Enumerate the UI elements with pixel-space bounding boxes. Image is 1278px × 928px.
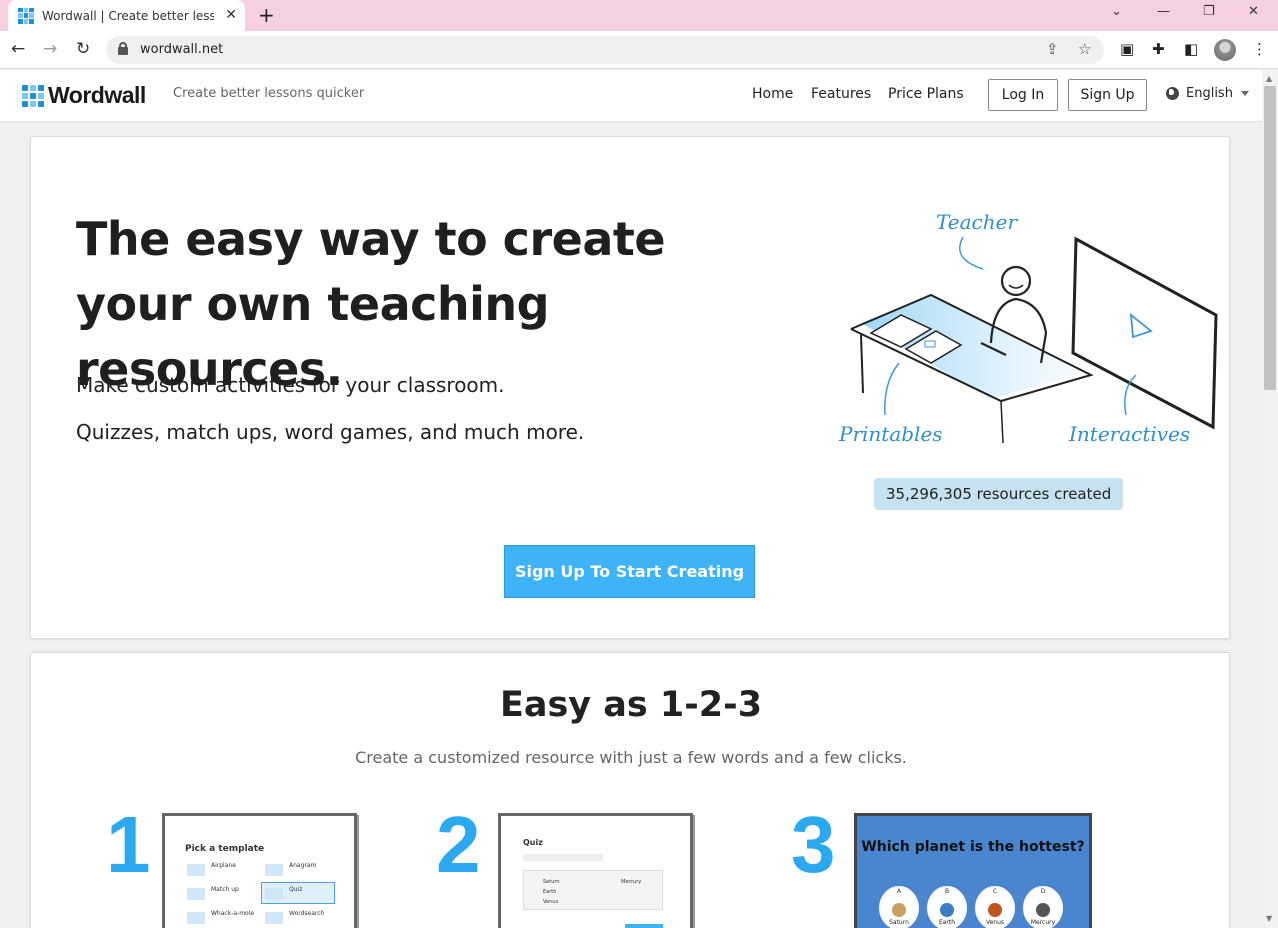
profile-avatar[interactable] xyxy=(1214,39,1236,61)
step-number-3: 3 xyxy=(791,800,836,889)
template-item: Whack-a-mole xyxy=(211,910,255,917)
wordwall-favicon-icon xyxy=(18,7,34,24)
template-thumb xyxy=(187,864,205,876)
template-thumb xyxy=(187,912,205,924)
quiz-option: Venus xyxy=(543,899,559,905)
scroll-up-arrow-icon[interactable]: ▲ xyxy=(1266,74,1272,83)
interactives-label: Interactives xyxy=(1068,422,1190,446)
template-thumb xyxy=(265,888,283,900)
template-item: Airplane xyxy=(211,862,236,869)
quiz-done-button xyxy=(625,924,663,928)
url-text: wordwall.net xyxy=(140,42,224,57)
hero-line-2: Quizzes, match ups, word games, and much… xyxy=(76,420,585,444)
answer-card-d: D Mercury xyxy=(1023,886,1063,928)
printables-label: Printables xyxy=(838,422,943,446)
steps-subtitle: Create a customized resource with just a… xyxy=(355,748,907,767)
caret-down-icon xyxy=(1240,91,1249,96)
answer-card-a: A Saturn xyxy=(879,886,919,928)
nav-features[interactable]: Features xyxy=(811,86,871,102)
template-item: Anagram xyxy=(289,862,317,869)
answer-card-c: C Venus xyxy=(975,886,1015,928)
step-3-game-preview: Which planet is the hottest? A Saturn B … xyxy=(854,813,1092,928)
scroll-down-arrow-icon[interactable]: ▼ xyxy=(1266,914,1272,923)
restore-icon[interactable]: ❐ xyxy=(1203,4,1215,19)
template-heading: Pick a template xyxy=(185,844,265,854)
interactive-screen xyxy=(1071,236,1218,430)
signup-cta-button[interactable]: Sign Up To Start Creating xyxy=(504,545,755,598)
nav-price-plans[interactable]: Price Plans xyxy=(888,86,964,102)
template-item: Wordsearch xyxy=(289,910,325,917)
extension-square-icon[interactable]: ▣ xyxy=(1120,40,1134,58)
minimize-icon[interactable]: — xyxy=(1157,4,1170,19)
quiz-option: Saturn xyxy=(543,879,560,885)
quiz-title-field xyxy=(523,854,603,861)
globe-icon xyxy=(1166,87,1179,100)
window-close-icon[interactable]: ✕ xyxy=(1248,4,1259,19)
new-tab-icon[interactable]: + xyxy=(258,3,275,27)
mercury-icon xyxy=(1036,903,1050,917)
hero-line-1: Make custom activities for your classroo… xyxy=(76,373,505,397)
extensions-puzzle-icon[interactable]: ✚ xyxy=(1152,40,1165,58)
lock-icon xyxy=(118,42,128,55)
step-number-2: 2 xyxy=(436,800,481,889)
step-2-quiz-editor-preview: Quiz Saturn Earth Venus Mercury xyxy=(498,813,693,928)
reload-icon[interactable]: ↻ xyxy=(76,39,90,59)
language-selector[interactable]: English xyxy=(1166,86,1249,101)
site-header: Wordwall Create better lessons quicker H… xyxy=(0,70,1262,122)
resources-count-badge: 35,296,305 resources created xyxy=(874,478,1124,510)
hero-card: The easy way to create your own teaching… xyxy=(30,136,1230,639)
login-button[interactable]: Log In xyxy=(988,79,1058,111)
tab-search-chevron-icon[interactable]: ⌄ xyxy=(1111,4,1122,19)
teacher-illustration: Teacher Printables Interactives xyxy=(838,210,1218,446)
steps-title: Easy as 1-2-3 xyxy=(499,685,763,725)
site-tagline: Create better lessons quicker xyxy=(173,86,365,101)
tab-title: Wordwall | Create better lessons xyxy=(42,8,214,23)
step-number-1: 1 xyxy=(106,800,151,889)
signup-button[interactable]: Sign Up xyxy=(1068,79,1147,111)
steps-card: Easy as 1-2-3 Create a customized resour… xyxy=(30,652,1230,928)
browser-toolbar: ← → ↻ wordwall.net ⇪ ☆ ▣ ✚ ◧ ⋮ xyxy=(0,31,1278,69)
close-tab-icon[interactable]: ✕ xyxy=(225,7,237,23)
browser-tab[interactable]: Wordwall | Create better lessons ✕ xyxy=(8,0,245,31)
teacher-label: Teacher xyxy=(936,210,1018,234)
saturn-icon xyxy=(892,903,906,917)
quiz-option: Mercury xyxy=(621,879,642,885)
menu-dots-icon[interactable]: ⋮ xyxy=(1252,40,1267,58)
forward-arrow-icon[interactable]: → xyxy=(43,39,57,59)
answer-card-b: B Earth xyxy=(927,886,967,928)
wordwall-logo-icon xyxy=(22,84,44,107)
bookmark-star-icon[interactable]: ☆ xyxy=(1078,40,1091,58)
quiz-option: Earth xyxy=(543,889,557,895)
language-label: English xyxy=(1186,86,1233,101)
template-item: Match up xyxy=(211,886,239,893)
browser-tab-bar: Wordwall | Create better lessons ✕ + ⌄ —… xyxy=(0,0,1278,31)
earth-icon xyxy=(940,903,954,917)
template-thumb xyxy=(187,888,205,900)
quiz-heading: Quiz xyxy=(523,838,543,847)
address-bar[interactable]: wordwall.net ⇪ ☆ xyxy=(106,36,1104,64)
nav-home[interactable]: Home xyxy=(752,86,793,102)
side-panel-icon[interactable]: ◧ xyxy=(1184,40,1198,58)
template-thumb xyxy=(265,864,283,876)
scrollbar-thumb[interactable] xyxy=(1264,86,1276,390)
game-question: Which planet is the hottest? xyxy=(861,839,1085,855)
wordwall-logo[interactable]: Wordwall xyxy=(22,82,146,109)
step-1-template-preview: Pick a template Airplane Anagram Match u… xyxy=(162,813,357,928)
back-arrow-icon[interactable]: ← xyxy=(11,39,25,59)
template-item: Quiz xyxy=(289,886,303,893)
template-thumb xyxy=(265,912,283,924)
page-viewport: Wordwall Create better lessons quicker H… xyxy=(0,70,1262,928)
share-icon[interactable]: ⇪ xyxy=(1046,40,1059,58)
venus-icon xyxy=(988,903,1002,917)
